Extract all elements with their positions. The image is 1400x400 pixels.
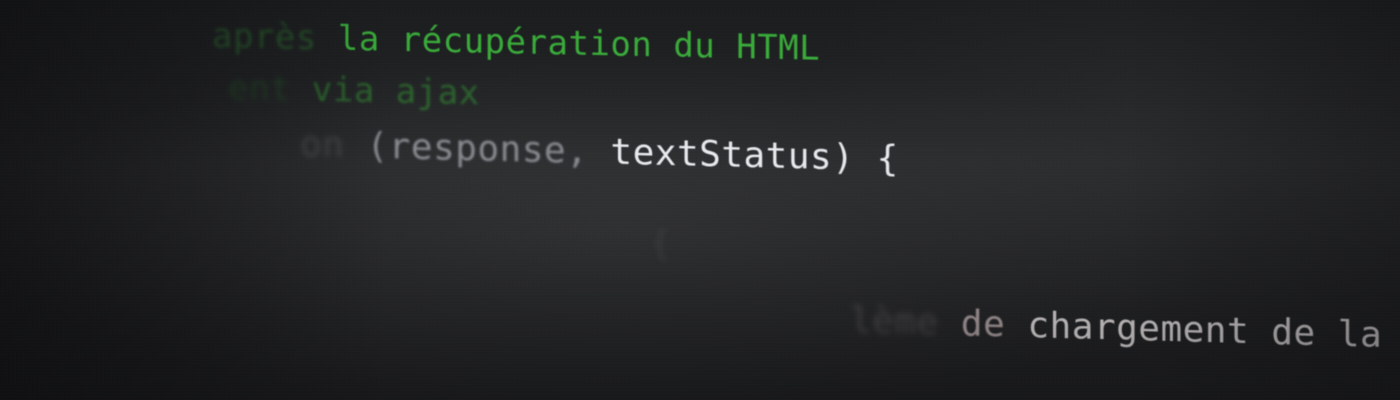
code-fragment: de — [938, 302, 1006, 346]
code-comment-line-1: après la récupération du HTML — [212, 16, 820, 69]
code-fragment: via ajax — [290, 69, 480, 114]
code-fragment-blurred: lème — [850, 300, 939, 344]
code-fragment-blurred: ent — [228, 68, 291, 110]
code-fragment-params-focused: textStatus) { — [588, 131, 899, 180]
code-function-line: on (response, textStatus) { — [300, 124, 899, 180]
code-fragment-params: (response, — [344, 125, 589, 173]
code-fragment-blurred: après — [212, 16, 317, 59]
code-brace-line-blurred: { — [650, 224, 671, 264]
code-fragment-blurred: on — [300, 124, 345, 167]
code-comment-line-2: ent via ajax — [228, 68, 480, 113]
code-string-line: lème de chargement de la — [850, 300, 1382, 356]
code-fragment: la récupération du HTML — [316, 18, 821, 69]
code-fragment-focused: chargement de la — [1005, 304, 1383, 356]
photo-of-code-on-screen: après la récupération du HTML ent via aj… — [0, 0, 1400, 400]
